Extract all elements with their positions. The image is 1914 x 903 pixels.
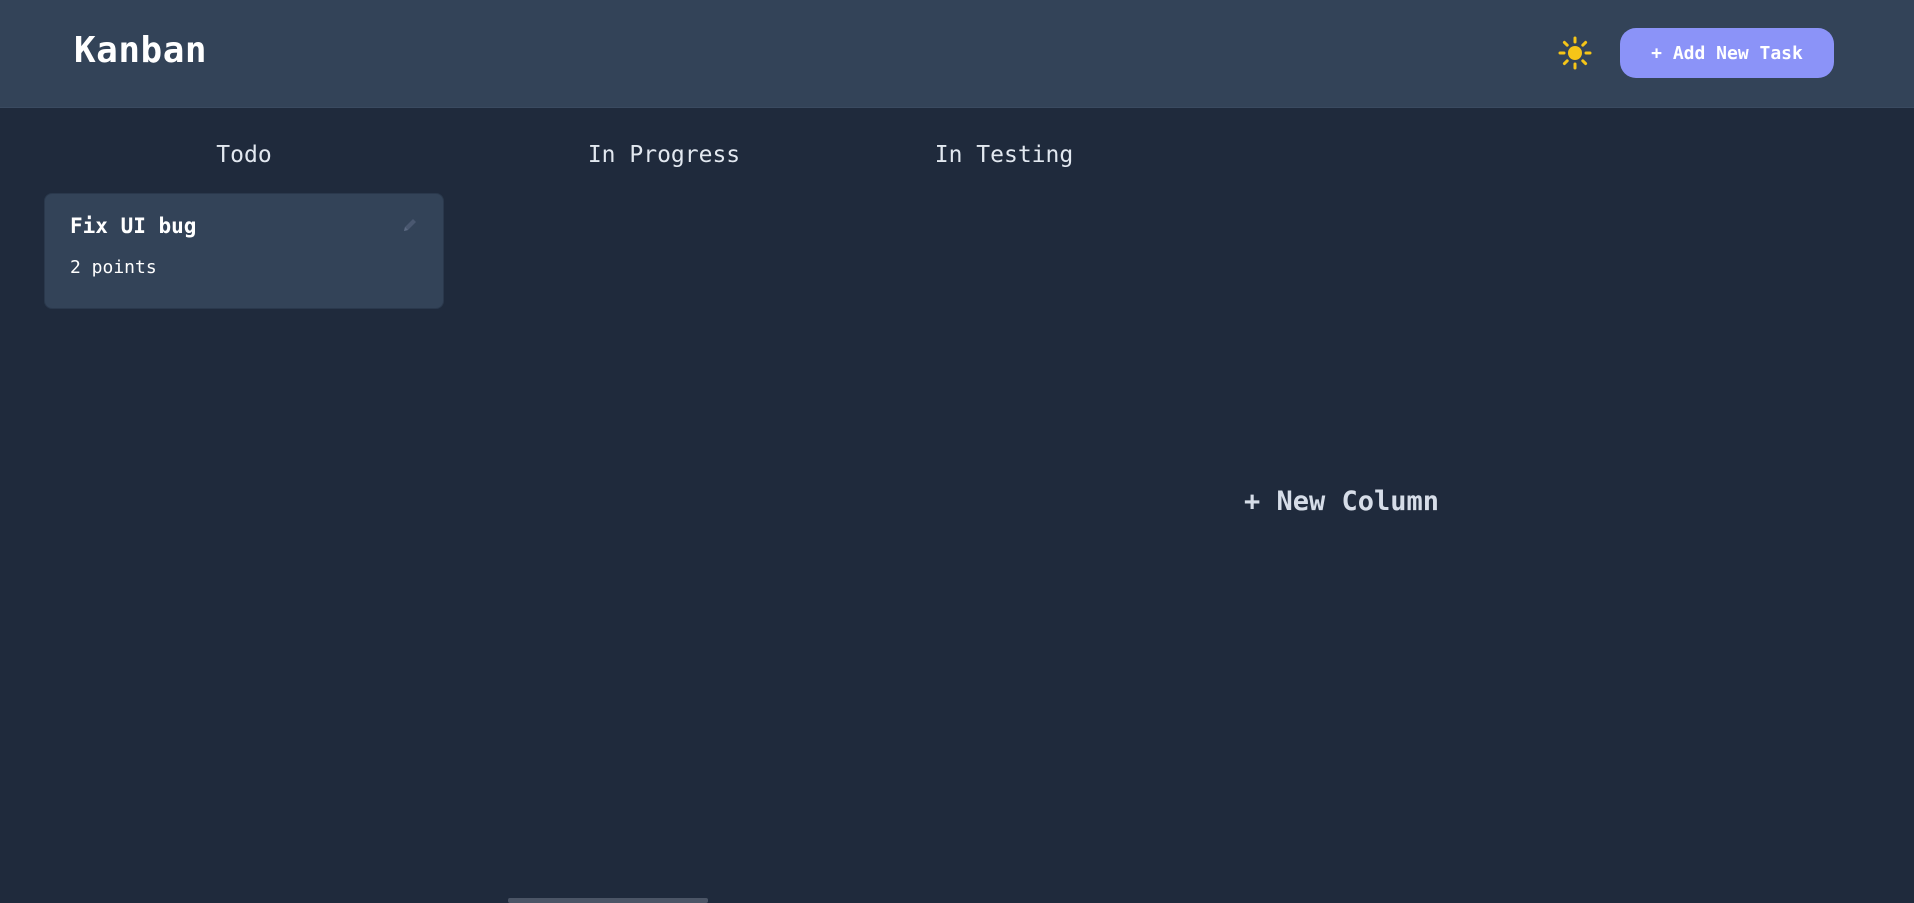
app-title: Kanban xyxy=(74,30,208,71)
task-title: Fix UI bug xyxy=(70,214,197,238)
horizontal-scrollbar[interactable] xyxy=(508,898,708,903)
new-column-button[interactable]: + New Column xyxy=(1244,486,1439,517)
app-header: Kanban + Add New Task xyxy=(0,0,1914,108)
task-card[interactable]: Fix UI bug 2 points xyxy=(44,193,444,309)
column-title-todo: Todo xyxy=(216,142,272,168)
pencil-icon[interactable] xyxy=(401,216,419,234)
add-new-task-button[interactable]: + Add New Task xyxy=(1620,28,1834,78)
task-points: 2 points xyxy=(70,257,157,278)
column-title-in-testing: In Testing xyxy=(934,142,1074,168)
theme-toggle-button[interactable] xyxy=(1556,34,1594,72)
sun-icon xyxy=(1558,36,1592,70)
